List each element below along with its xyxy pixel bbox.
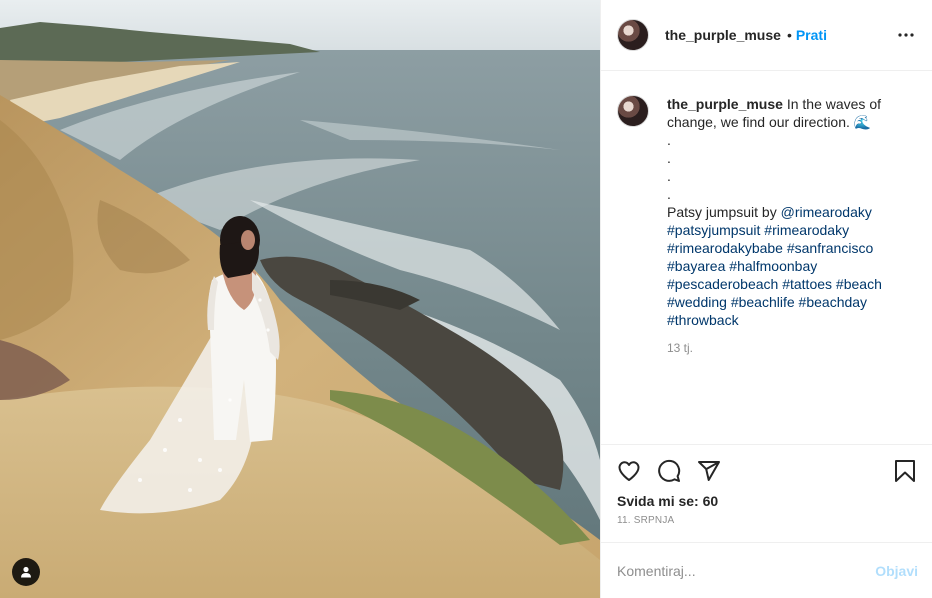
post-side-panel: the_purple_muse • Prati the_purple_muse … xyxy=(600,0,932,598)
hashtag-link[interactable]: #patsyjumpsuit xyxy=(667,222,760,238)
hashtag-link[interactable]: #rimearodakybabe xyxy=(667,240,783,256)
user-tag-button[interactable] xyxy=(12,558,40,586)
hashtag-line: #wedding #beachlife #beachday xyxy=(667,293,907,311)
hashtag-link[interactable]: #halfmoonbay xyxy=(729,258,817,274)
caption-dot-line: . xyxy=(667,150,671,166)
hashtag-link[interactable]: #bayarea xyxy=(667,258,725,274)
follow-button[interactable]: Prati xyxy=(796,27,827,43)
post-dialog: the_purple_muse • Prati the_purple_muse … xyxy=(0,0,932,598)
post-actions-area: Svida mi se: 60 11. SRPNJA xyxy=(601,444,932,542)
like-button[interactable] xyxy=(617,451,657,491)
header-separator: • xyxy=(786,27,792,43)
caption-author-avatar[interactable] xyxy=(617,95,649,127)
author-username[interactable]: the_purple_muse xyxy=(665,27,781,43)
photo-scene xyxy=(0,0,600,598)
save-button[interactable] xyxy=(892,451,916,491)
hashtag-line: #throwback xyxy=(667,311,907,329)
hashtag-line: #patsyjumpsuit #rimearodaky xyxy=(667,221,907,239)
hashtag-link[interactable]: #wedding xyxy=(667,294,727,310)
heart-icon xyxy=(618,461,640,481)
comment-input[interactable] xyxy=(617,562,876,579)
hashtag-link[interactable]: #beach xyxy=(836,276,882,292)
author-avatar[interactable] xyxy=(617,19,649,51)
caption-dot-line: . xyxy=(667,132,671,148)
comment-icon xyxy=(658,459,681,482)
hashtag-link[interactable]: #beachday xyxy=(799,294,868,310)
hashtag-link[interactable]: #beachlife xyxy=(731,294,795,310)
hashtag-link[interactable]: #rimearodaky xyxy=(764,222,849,238)
post-comment-button[interactable]: Objavi xyxy=(875,563,918,579)
credit-prefix: Patsy jumpsuit by xyxy=(667,204,777,220)
user-tag-icon xyxy=(21,566,31,578)
post-header: the_purple_muse • Prati xyxy=(601,0,932,71)
share-button[interactable] xyxy=(697,451,737,491)
hashtag-line: #pescaderobeach #tattoes #beach xyxy=(667,275,907,293)
caption-dot-line: . xyxy=(667,186,671,202)
caption-dot-line: . xyxy=(667,168,671,184)
caption-body: the_purple_muse In the waves of change, … xyxy=(667,95,907,329)
hashtag-line: #bayarea #halfmoonbay xyxy=(667,257,907,275)
caption-author-username[interactable]: the_purple_muse xyxy=(667,96,783,112)
post-date[interactable]: 11. SRPNJA xyxy=(617,515,916,526)
hashtag-link[interactable]: #pescaderobeach xyxy=(667,276,778,292)
caption-credit-line: Patsy jumpsuit by @rimearodaky xyxy=(667,203,907,221)
hashtag-line: #rimearodakybabe #sanfrancisco xyxy=(667,239,907,257)
comment-button[interactable] xyxy=(657,451,697,491)
comments-section: the_purple_muse In the waves of change, … xyxy=(601,71,932,444)
bookmark-icon xyxy=(895,460,915,482)
more-horizontal-icon xyxy=(898,33,914,37)
hashtag-link[interactable]: #sanfrancisco xyxy=(787,240,873,256)
action-bar xyxy=(617,445,916,493)
hashtag-link[interactable]: #tattoes xyxy=(782,276,832,292)
post-photo[interactable] xyxy=(0,0,600,598)
post-caption: the_purple_muse In the waves of change, … xyxy=(617,95,916,329)
add-comment-form: Objavi xyxy=(601,542,932,598)
likes-count[interactable]: Svida mi se: 60 xyxy=(617,493,916,509)
caption-timestamp[interactable]: 13 tj. xyxy=(667,341,916,355)
paper-plane-icon xyxy=(698,461,720,481)
hashtag-link[interactable]: #throwback xyxy=(667,312,739,328)
mention-link[interactable]: @rimearodaky xyxy=(781,204,872,220)
more-options-button[interactable] xyxy=(894,23,918,47)
